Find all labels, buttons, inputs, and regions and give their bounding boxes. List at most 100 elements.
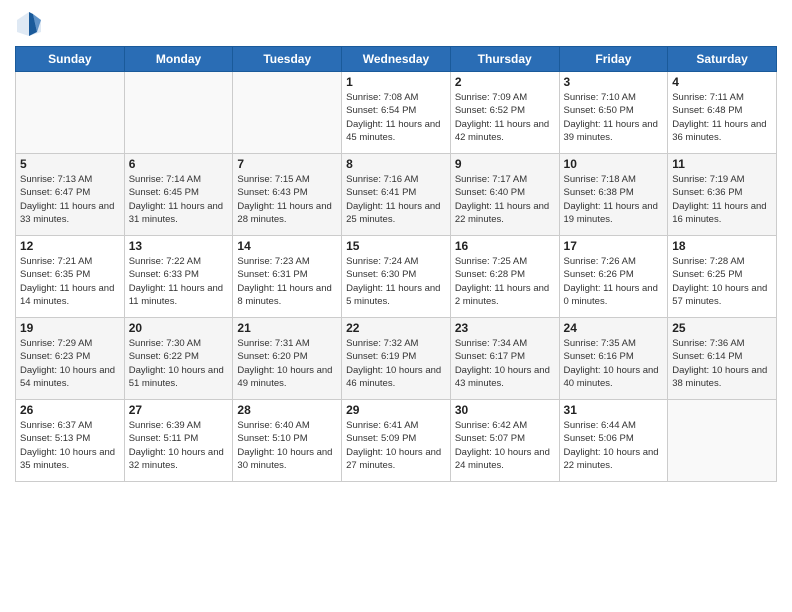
calendar-cell: 5Sunrise: 7:13 AM Sunset: 6:47 PM Daylig… [16, 154, 125, 236]
calendar-cell: 24 Sunrise: 7:35 AM Sunset: 6:16 PM Dayli… [559, 318, 668, 400]
day-number: 15 [346, 239, 446, 253]
day-number: 23 [455, 321, 555, 335]
calendar-cell: 22 Sunrise: 7:32 AM Sunset: 6:19 PM Dayli… [342, 318, 451, 400]
day-number: 22 [346, 321, 446, 335]
day-info: Sunrise: 7:36 AM Sunset: 6:14 PM Dayligh… [672, 337, 772, 390]
calendar-cell: 2Sunrise: 7:09 AM Sunset: 6:52 PM Daylig… [450, 72, 559, 154]
calendar-cell: 25 Sunrise: 7:36 AM Sunset: 6:14 PM Dayli… [668, 318, 777, 400]
day-info: Sunrise: 6:41 AM Sunset: 5:09 PM Dayligh… [346, 419, 446, 472]
calendar-table: SundayMondayTuesdayWednesdayThursdayFrid… [15, 46, 777, 482]
day-info: Sunrise: 7:32 AM Sunset: 6:19 PM Dayligh… [346, 337, 446, 390]
weekday-header-monday: Monday [124, 47, 233, 72]
calendar-cell: 29 Sunrise: 6:41 AM Sunset: 5:09 PM Dayli… [342, 400, 451, 482]
calendar-week-2: 5Sunrise: 7:13 AM Sunset: 6:47 PM Daylig… [16, 154, 777, 236]
day-info: Sunrise: 7:11 AM Sunset: 6:48 PM Dayligh… [672, 91, 772, 144]
day-number: 20 [129, 321, 229, 335]
calendar-cell: 14 Sunrise: 7:23 AM Sunset: 6:31 PM Dayli… [233, 236, 342, 318]
day-number: 4 [672, 75, 772, 89]
calendar-header: SundayMondayTuesdayWednesdayThursdayFrid… [16, 47, 777, 72]
calendar-cell [233, 72, 342, 154]
calendar-cell: 10 Sunrise: 7:18 AM Sunset: 6:38 PM Dayli… [559, 154, 668, 236]
calendar-cell: 31Sunrise: 6:44 AM Sunset: 5:06 PM Dayli… [559, 400, 668, 482]
day-info: Sunrise: 7:24 AM Sunset: 6:30 PM Dayligh… [346, 255, 446, 308]
logo [15, 10, 47, 38]
calendar-cell: 3 Sunrise: 7:10 AM Sunset: 6:50 PM Daylig… [559, 72, 668, 154]
day-info: Sunrise: 7:25 AM Sunset: 6:28 PM Dayligh… [455, 255, 555, 308]
day-info: Sunrise: 7:19 AM Sunset: 6:36 PM Dayligh… [672, 173, 772, 226]
calendar-cell: 17 Sunrise: 7:26 AM Sunset: 6:26 PM Dayli… [559, 236, 668, 318]
header [15, 10, 777, 38]
calendar-cell [668, 400, 777, 482]
calendar-cell: 28Sunrise: 6:40 AM Sunset: 5:10 PM Dayli… [233, 400, 342, 482]
weekday-header-friday: Friday [559, 47, 668, 72]
calendar-cell: 23 Sunrise: 7:34 AM Sunset: 6:17 PM Dayli… [450, 318, 559, 400]
calendar-cell: 27 Sunrise: 6:39 AM Sunset: 5:11 PM Dayli… [124, 400, 233, 482]
calendar-cell: 19Sunrise: 7:29 AM Sunset: 6:23 PM Dayli… [16, 318, 125, 400]
weekday-header-saturday: Saturday [668, 47, 777, 72]
calendar-cell: 20Sunrise: 7:30 AM Sunset: 6:22 PM Dayli… [124, 318, 233, 400]
calendar-cell: 9 Sunrise: 7:17 AM Sunset: 6:40 PM Daylig… [450, 154, 559, 236]
day-info: Sunrise: 7:16 AM Sunset: 6:41 PM Dayligh… [346, 173, 446, 226]
calendar-cell: 30Sunrise: 6:42 AM Sunset: 5:07 PM Dayli… [450, 400, 559, 482]
day-info: Sunrise: 6:42 AM Sunset: 5:07 PM Dayligh… [455, 419, 555, 472]
day-number: 16 [455, 239, 555, 253]
day-info: Sunrise: 7:10 AM Sunset: 6:50 PM Dayligh… [564, 91, 664, 144]
calendar-cell: 26Sunrise: 6:37 AM Sunset: 5:13 PM Dayli… [16, 400, 125, 482]
day-number: 31 [564, 403, 664, 417]
weekday-header-thursday: Thursday [450, 47, 559, 72]
day-info: Sunrise: 7:35 AM Sunset: 6:16 PM Dayligh… [564, 337, 664, 390]
calendar-cell: 6 Sunrise: 7:14 AM Sunset: 6:45 PM Daylig… [124, 154, 233, 236]
day-number: 14 [237, 239, 337, 253]
day-info: Sunrise: 7:17 AM Sunset: 6:40 PM Dayligh… [455, 173, 555, 226]
calendar-week-5: 26Sunrise: 6:37 AM Sunset: 5:13 PM Dayli… [16, 400, 777, 482]
day-number: 29 [346, 403, 446, 417]
day-info: Sunrise: 7:31 AM Sunset: 6:20 PM Dayligh… [237, 337, 337, 390]
day-number: 1 [346, 75, 446, 89]
day-info: Sunrise: 7:34 AM Sunset: 6:17 PM Dayligh… [455, 337, 555, 390]
day-info: Sunrise: 7:26 AM Sunset: 6:26 PM Dayligh… [564, 255, 664, 308]
calendar-cell [16, 72, 125, 154]
weekday-row: SundayMondayTuesdayWednesdayThursdayFrid… [16, 47, 777, 72]
calendar-week-3: 12Sunrise: 7:21 AM Sunset: 6:35 PM Dayli… [16, 236, 777, 318]
calendar-cell: 21 Sunrise: 7:31 AM Sunset: 6:20 PM Dayli… [233, 318, 342, 400]
calendar-cell: 12Sunrise: 7:21 AM Sunset: 6:35 PM Dayli… [16, 236, 125, 318]
day-info: Sunrise: 7:08 AM Sunset: 6:54 PM Dayligh… [346, 91, 446, 144]
day-number: 25 [672, 321, 772, 335]
calendar-cell: 15 Sunrise: 7:24 AM Sunset: 6:30 PM Dayli… [342, 236, 451, 318]
day-info: Sunrise: 7:21 AM Sunset: 6:35 PM Dayligh… [20, 255, 120, 308]
day-info: Sunrise: 6:37 AM Sunset: 5:13 PM Dayligh… [20, 419, 120, 472]
day-number: 17 [564, 239, 664, 253]
day-number: 9 [455, 157, 555, 171]
day-info: Sunrise: 7:15 AM Sunset: 6:43 PM Dayligh… [237, 173, 337, 226]
calendar-cell: 13Sunrise: 7:22 AM Sunset: 6:33 PM Dayli… [124, 236, 233, 318]
day-number: 18 [672, 239, 772, 253]
day-info: Sunrise: 7:09 AM Sunset: 6:52 PM Dayligh… [455, 91, 555, 144]
calendar-cell: 4 Sunrise: 7:11 AM Sunset: 6:48 PM Daylig… [668, 72, 777, 154]
day-info: Sunrise: 7:28 AM Sunset: 6:25 PM Dayligh… [672, 255, 772, 308]
day-number: 13 [129, 239, 229, 253]
calendar-week-4: 19Sunrise: 7:29 AM Sunset: 6:23 PM Dayli… [16, 318, 777, 400]
page: SundayMondayTuesdayWednesdayThursdayFrid… [0, 0, 792, 612]
day-info: Sunrise: 7:18 AM Sunset: 6:38 PM Dayligh… [564, 173, 664, 226]
calendar-week-1: 1 Sunrise: 7:08 AM Sunset: 6:54 PM Daylig… [16, 72, 777, 154]
day-number: 7 [237, 157, 337, 171]
day-number: 21 [237, 321, 337, 335]
day-number: 24 [564, 321, 664, 335]
calendar-cell: 7 Sunrise: 7:15 AM Sunset: 6:43 PM Daylig… [233, 154, 342, 236]
logo-icon [15, 10, 43, 38]
day-info: Sunrise: 6:39 AM Sunset: 5:11 PM Dayligh… [129, 419, 229, 472]
day-number: 10 [564, 157, 664, 171]
calendar-cell [124, 72, 233, 154]
weekday-header-sunday: Sunday [16, 47, 125, 72]
day-info: Sunrise: 7:13 AM Sunset: 6:47 PM Dayligh… [20, 173, 120, 226]
day-number: 8 [346, 157, 446, 171]
day-number: 11 [672, 157, 772, 171]
day-number: 27 [129, 403, 229, 417]
day-info: Sunrise: 7:14 AM Sunset: 6:45 PM Dayligh… [129, 173, 229, 226]
day-info: Sunrise: 7:23 AM Sunset: 6:31 PM Dayligh… [237, 255, 337, 308]
day-number: 6 [129, 157, 229, 171]
weekday-header-wednesday: Wednesday [342, 47, 451, 72]
day-number: 3 [564, 75, 664, 89]
calendar-cell: 11 Sunrise: 7:19 AM Sunset: 6:36 PM Dayli… [668, 154, 777, 236]
day-info: Sunrise: 7:29 AM Sunset: 6:23 PM Dayligh… [20, 337, 120, 390]
